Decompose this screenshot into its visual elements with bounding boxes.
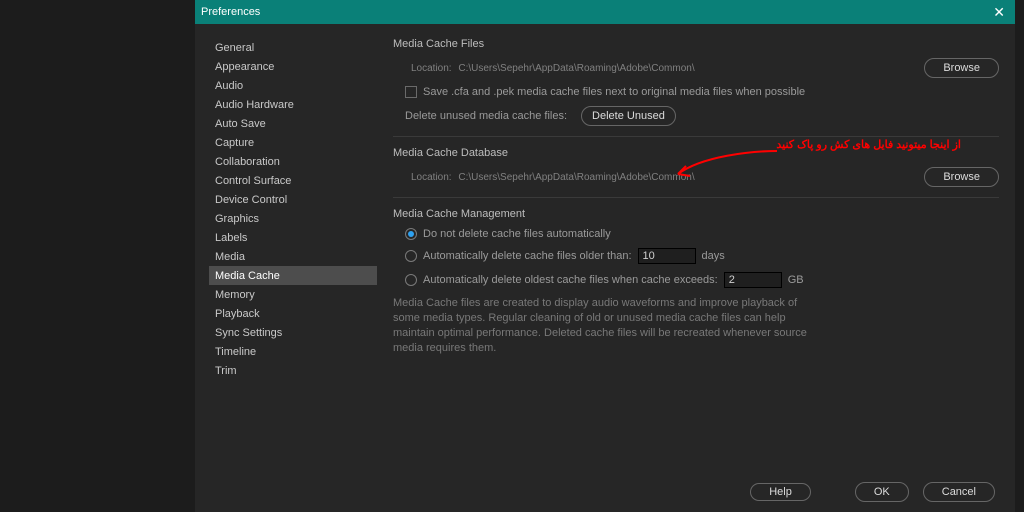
preferences-sidebar: General Appearance Audio Audio Hardware … [209,38,377,472]
browse-media-cache-database-button[interactable]: Browse [924,167,999,187]
section-media-cache-files-title: Media Cache Files [393,38,999,50]
cache-mgmt-radio-exceeds[interactable] [405,274,417,286]
cancel-button[interactable]: Cancel [923,482,995,502]
cache-mgmt-radio-older-than[interactable] [405,250,417,262]
section-media-cache-management-title: Media Cache Management [393,208,999,220]
save-next-to-original-label: Save .cfa and .pek media cache files nex… [423,86,805,98]
cache-mgmt-description: Media Cache files are created to display… [393,296,813,356]
cache-mgmt-days-input[interactable] [638,248,696,264]
media-cache-database-path: C:\Users\Sepehr\AppData\Roaming\Adobe\Co… [458,172,694,183]
cache-mgmt-label-exceeds: Automatically delete oldest cache files … [423,274,718,286]
sidebar-item-playback[interactable]: Playback [209,304,377,323]
dialog-footer: Help OK Cancel [195,472,1015,512]
delete-unused-button[interactable]: Delete Unused [581,106,676,126]
section-media-cache-database-title: Media Cache Database [393,147,999,159]
unit-days: days [702,250,725,262]
dialog-body: General Appearance Audio Audio Hardware … [195,24,1015,472]
cache-mgmt-radio-do-not-delete[interactable] [405,228,417,240]
save-next-to-original-checkbox[interactable] [405,86,417,98]
sidebar-item-media[interactable]: Media [209,247,377,266]
sidebar-item-capture[interactable]: Capture [209,133,377,152]
preferences-content: Media Cache Files Location: C:\Users\Sep… [393,38,999,472]
unit-gb: GB [788,274,804,286]
sidebar-item-trim[interactable]: Trim [209,361,377,380]
sidebar-item-audio-hardware[interactable]: Audio Hardware [209,95,377,114]
sidebar-item-labels[interactable]: Labels [209,228,377,247]
divider [393,136,999,137]
sidebar-item-device-control[interactable]: Device Control [209,190,377,209]
media-cache-files-path: C:\Users\Sepehr\AppData\Roaming\Adobe\Co… [458,63,694,74]
divider [393,197,999,198]
sidebar-item-memory[interactable]: Memory [209,285,377,304]
save-next-to-original-row: Save .cfa and .pek media cache files nex… [405,86,999,98]
location-label: Location: C:\Users\Sepehr\AppData\Roamin… [411,63,695,74]
location-label: Location: C:\Users\Sepehr\AppData\Roamin… [411,172,695,183]
sidebar-item-control-surface[interactable]: Control Surface [209,171,377,190]
cache-mgmt-option-2: Automatically delete cache files older t… [405,248,999,264]
titlebar: Preferences ✕ [195,0,1015,24]
sidebar-item-media-cache[interactable]: Media Cache [209,266,377,285]
cache-mgmt-label-older-than: Automatically delete cache files older t… [423,250,632,262]
sidebar-item-collaboration[interactable]: Collaboration [209,152,377,171]
sidebar-item-general[interactable]: General [209,38,377,57]
dialog-title: Preferences [201,6,989,18]
media-cache-files-location-row: Location: C:\Users\Sepehr\AppData\Roamin… [393,58,999,78]
cache-mgmt-gb-input[interactable] [724,272,782,288]
cache-mgmt-label-do-not-delete: Do not delete cache files automatically [423,228,611,240]
sidebar-item-timeline[interactable]: Timeline [209,342,377,361]
cache-mgmt-option-3: Automatically delete oldest cache files … [405,272,999,288]
preferences-dialog: Preferences ✕ General Appearance Audio A… [195,0,1015,512]
sidebar-item-graphics[interactable]: Graphics [209,209,377,228]
sidebar-item-appearance[interactable]: Appearance [209,57,377,76]
close-icon[interactable]: ✕ [989,3,1009,21]
delete-unused-row: Delete unused media cache files: Delete … [405,106,999,126]
sidebar-item-audio[interactable]: Audio [209,76,377,95]
sidebar-item-sync-settings[interactable]: Sync Settings [209,323,377,342]
help-button[interactable]: Help [750,483,811,501]
ok-button[interactable]: OK [855,482,909,502]
sidebar-item-auto-save[interactable]: Auto Save [209,114,377,133]
media-cache-database-location-row: Location: C:\Users\Sepehr\AppData\Roamin… [393,167,999,187]
cache-mgmt-option-1: Do not delete cache files automatically [405,228,999,240]
browse-media-cache-files-button[interactable]: Browse [924,58,999,78]
delete-unused-label: Delete unused media cache files: [405,110,567,122]
